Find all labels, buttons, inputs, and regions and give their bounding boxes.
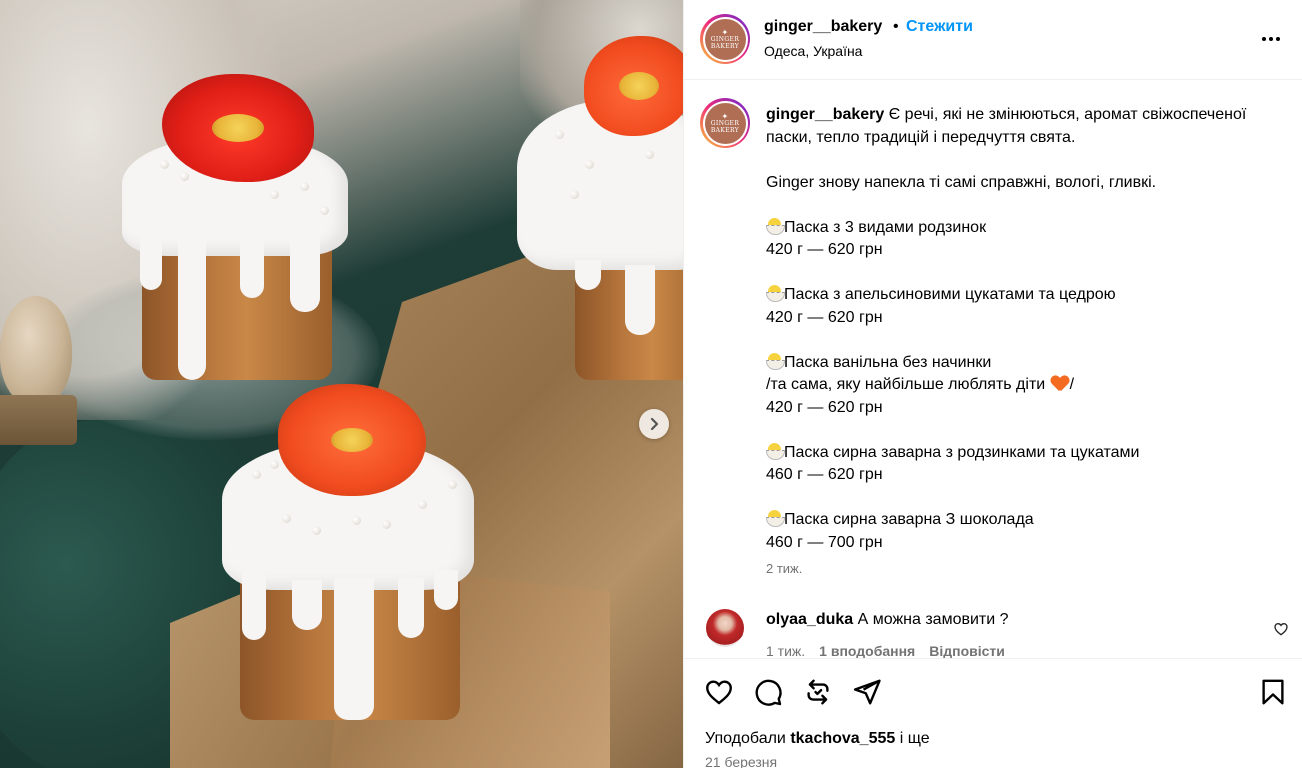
more-horizontal-icon <box>1262 37 1266 41</box>
follow-button[interactable]: Стежити <box>906 18 973 36</box>
item-name: Паска з 3 видами родзинок <box>784 218 987 236</box>
hatching-chick-icon <box>766 284 785 302</box>
bookmark-icon[interactable] <box>1258 677 1288 707</box>
item-name: Паска ванільна без начинки <box>784 353 992 371</box>
post-header: ✦ GINGER BAKERY ginger__bakery • Стежити… <box>684 0 1302 80</box>
caption-line: Ginger знову напекла ті самі справжні, в… <box>766 173 1157 191</box>
brand-logo: ✦ GINGER BAKERY <box>704 102 746 144</box>
repost-icon[interactable] <box>803 677 833 707</box>
commenter-username[interactable]: olyaa_duka <box>766 611 853 628</box>
liked-prefix: Уподобали <box>705 730 786 747</box>
comment-icon[interactable] <box>753 677 783 707</box>
separator-dot: • <box>893 18 899 35</box>
commenter-avatar[interactable] <box>706 609 744 647</box>
post-location[interactable]: Одеса, Україна <box>764 43 862 59</box>
comment-text: А можна замовити ? <box>857 611 1009 628</box>
post-date[interactable]: 21 березня <box>705 754 777 768</box>
orange-poppy-flower-right <box>584 36 683 136</box>
comment-meta: 1 тиж. 1 вподобання Відповісти <box>766 643 1005 658</box>
reply-button[interactable]: Відповісти <box>929 643 1005 658</box>
item-price: 460 г — 620 грн <box>766 466 883 483</box>
send-icon[interactable] <box>852 677 882 707</box>
item-price: 420 г — 620 грн <box>766 398 883 416</box>
item-name: Паска сирна заварна з родзинками та цука… <box>784 443 1140 461</box>
likes-summary: Уподобали tkachova_555 і ще <box>705 730 930 748</box>
liked-user[interactable]: tkachova_555 <box>790 730 895 747</box>
comment-like-heart-icon[interactable] <box>1273 621 1289 637</box>
egg-cup <box>0 395 77 445</box>
action-bar: Уподобали tkachova_555 і ще 21 березня <box>684 658 1302 768</box>
hatching-chick-icon <box>766 352 785 370</box>
egg <box>0 296 72 406</box>
item-name: Паска з апельсиновими цукатами та цедрою <box>784 286 1116 303</box>
caption-time[interactable]: 2 тиж. <box>766 561 802 576</box>
heart-icon[interactable] <box>704 677 734 707</box>
caption-username[interactable]: ginger__bakery <box>766 106 884 123</box>
liked-suffix[interactable]: і ще <box>900 730 930 747</box>
item-price: 420 г — 620 грн <box>766 308 883 326</box>
item-note: /та сама, яку найбільше люблять діти <box>766 376 1050 393</box>
item-price: 460 г — 700 грн <box>766 533 883 551</box>
post-username[interactable]: ginger__bakery <box>764 18 882 36</box>
orange-poppy-flower-front <box>278 384 426 496</box>
profile-avatar[interactable]: ✦ GINGER BAKERY <box>700 14 750 64</box>
hatching-chick-icon <box>766 509 785 527</box>
comment-time[interactable]: 1 тиж. <box>766 643 805 658</box>
item-note-end: / <box>1069 376 1075 393</box>
caption-area: ✦ GINGER BAKERY ginger__bakery Є речі, я… <box>684 80 1302 658</box>
post-caption: ginger__bakery Є речі, які не змінюються… <box>766 104 1286 554</box>
item-name: Паска сирна заварна З шоколада <box>784 511 1034 528</box>
comment-likes[interactable]: 1 вподобання <box>819 643 915 658</box>
hatching-chick-icon <box>766 442 785 460</box>
hatching-chick-icon <box>766 217 785 235</box>
brand-logo: ✦ GINGER BAKERY <box>704 18 746 60</box>
comment-text-line: olyaa_duka А можна замовити ? <box>766 611 1009 629</box>
more-options-button[interactable] <box>1258 29 1284 49</box>
orange-heart-icon <box>1051 375 1069 391</box>
caption-avatar[interactable]: ✦ GINGER BAKERY <box>700 98 750 148</box>
carousel-next-button[interactable] <box>639 409 669 439</box>
chevron-right-icon <box>650 417 659 431</box>
item-price: 420 г — 620 грн <box>766 241 883 258</box>
post-side-panel: ✦ GINGER BAKERY ginger__bakery • Стежити… <box>683 0 1302 768</box>
post-photo[interactable] <box>0 0 683 768</box>
paska-cake-right <box>515 90 683 390</box>
